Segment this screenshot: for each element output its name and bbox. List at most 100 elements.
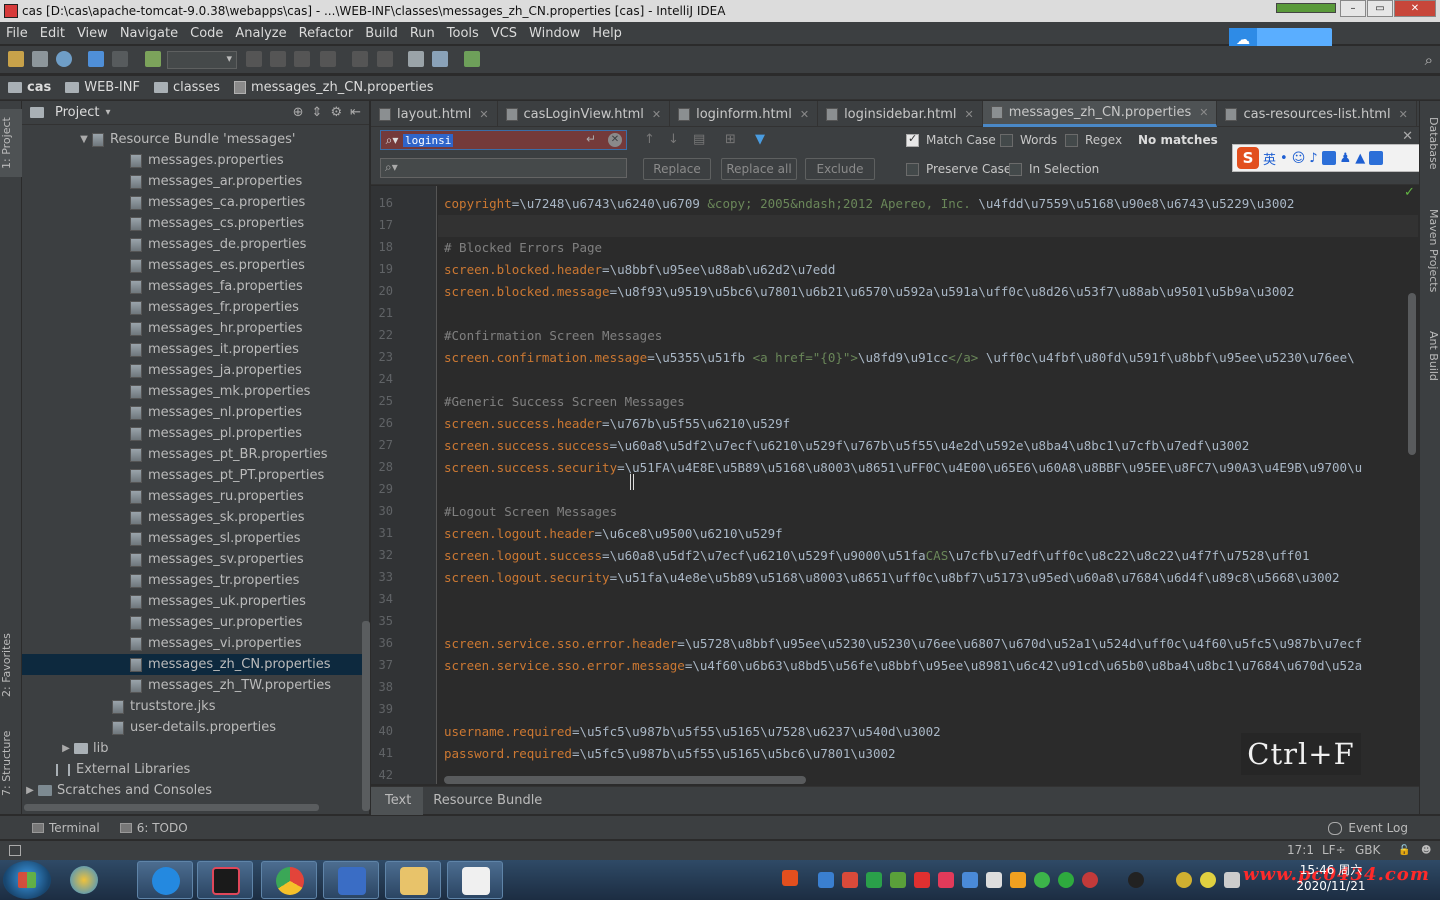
collapse-all-icon[interactable]: ⇕ (312, 105, 323, 120)
toggle-tool-windows-icon[interactable] (9, 845, 21, 856)
close-tab-icon[interactable]: ✕ (479, 108, 488, 121)
menu-vcs[interactable]: VCS (485, 26, 523, 41)
tray-icon-cube[interactable] (818, 872, 834, 888)
menu-refactor[interactable]: Refactor (293, 26, 360, 41)
tree-file-item[interactable]: messages_ca.properties (22, 192, 362, 213)
menu-edit[interactable]: Edit (34, 26, 71, 41)
back-arrow-icon[interactable] (88, 51, 104, 67)
tray-icon-yellow[interactable] (1200, 872, 1216, 888)
select-all-occurrences-icon[interactable]: ▤ (693, 132, 705, 147)
coverage-icon[interactable] (294, 51, 310, 67)
tree-file-item[interactable]: messages_nl.properties (22, 402, 362, 423)
tree-file-item[interactable]: messages_tr.properties (22, 570, 362, 591)
in-selection-checkbox[interactable]: In Selection (1009, 162, 1099, 176)
tab-layout-html[interactable]: layout.html ✕ (371, 101, 498, 127)
file-encoding[interactable]: GBK (1355, 843, 1380, 857)
caret-position[interactable]: 17:1 (1287, 843, 1314, 857)
database-tool-tab[interactable]: Database (1422, 107, 1440, 179)
lock-icon[interactable]: 🔓 (1398, 845, 1410, 856)
qq-penguin-icon[interactable] (1128, 872, 1144, 888)
tree-file-item[interactable]: messages_fr.properties (22, 297, 362, 318)
code-editor[interactable]: copyright=\u7248\u6743\u6240\u6709 &copy… (438, 186, 1418, 784)
nvidia-icon[interactable] (890, 872, 906, 888)
taskbar-app-photos[interactable] (56, 861, 112, 899)
breadcrumb-classes[interactable]: classes (153, 80, 220, 95)
tree-file-item[interactable]: messages_zh_TW.properties (22, 675, 362, 696)
taskbar-app-editor[interactable] (323, 861, 379, 899)
tree-file-item[interactable]: messages_pl.properties (22, 423, 362, 444)
search-history-icon[interactable]: ⌕▾ (381, 133, 403, 148)
tab-cas-resources-list-html[interactable]: cas-resources-list.html ✕ (1217, 101, 1417, 127)
clear-search-icon[interactable]: ✕ (608, 133, 622, 147)
sync-icon[interactable] (56, 51, 72, 67)
tab-resource-bundle[interactable]: Resource Bundle (423, 787, 552, 815)
tree-folder-lib[interactable]: ▶ lib (22, 738, 362, 759)
tree-file-item[interactable]: messages.properties (22, 150, 362, 171)
previous-occurrence-icon[interactable]: ↑ (644, 132, 655, 147)
close-tab-icon[interactable]: ✕ (1399, 108, 1408, 121)
taskbar-clock[interactable]: 15:46 周六 2020/11/21 (1289, 862, 1373, 894)
tree-file-item[interactable]: messages_es.properties (22, 255, 362, 276)
tray-icon-white[interactable] (986, 872, 1002, 888)
tree-file-item[interactable]: messages_ur.properties (22, 612, 362, 633)
hide-panel-icon[interactable]: ⇤ (350, 105, 361, 120)
ant-build-tool-tab[interactable]: Ant Build (1422, 321, 1440, 391)
menu-build[interactable]: Build (359, 26, 404, 41)
start-button[interactable] (3, 861, 51, 899)
taskbar-app-chrome[interactable] (261, 861, 317, 899)
menu-run[interactable]: Run (404, 26, 441, 41)
tree-scratches[interactable]: ▶ Scratches and Consoles (22, 780, 362, 801)
tree-file-item[interactable]: messages_ar.properties (22, 171, 362, 192)
tree-file-item[interactable]: user-details.properties (22, 717, 362, 738)
sogou-tray-icon[interactable] (782, 870, 798, 886)
project-structure-icon[interactable] (432, 51, 448, 67)
todo-tool-button[interactable]: 6: TODO (119, 821, 188, 835)
tree-file-item[interactable]: messages_pt_PT.properties (22, 465, 362, 486)
chevron-right-icon[interactable]: ▶ (22, 780, 38, 801)
settings-wrench-icon[interactable] (408, 51, 424, 67)
regex-checkbox[interactable]: Regex (1065, 133, 1122, 147)
tree-file-item[interactable]: messages_ja.properties (22, 360, 362, 381)
tree-file-item[interactable]: messages_de.properties (22, 234, 362, 255)
grid-menu-icon[interactable] (1369, 151, 1384, 165)
tree-file-item[interactable]: messages_hr.properties (22, 318, 362, 339)
run-icon[interactable] (246, 51, 262, 67)
keyboard-icon[interactable] (1321, 151, 1336, 165)
favorites-tool-tab[interactable]: 2: Favorites (0, 627, 22, 703)
menu-view[interactable]: View (71, 26, 114, 41)
chevron-right-icon[interactable]: ▶ (58, 738, 74, 759)
tree-file-item[interactable]: messages_vi.properties (22, 633, 362, 654)
tree-file-item[interactable]: messages_zh_CN.properties (22, 654, 362, 675)
sogou-logo-icon[interactable]: S (1237, 147, 1259, 169)
tree-vertical-scrollbar[interactable] (362, 621, 370, 811)
replace-button[interactable]: Replace (643, 158, 711, 180)
breadcrumb-file[interactable]: messages_zh_CN.properties (233, 80, 434, 95)
editor-horizontal-scrollbar[interactable] (444, 776, 806, 784)
flower-icon[interactable] (938, 872, 954, 888)
close-tab-icon[interactable]: ✕ (964, 108, 973, 121)
punctuation-icon[interactable]: • (1280, 151, 1288, 166)
attach-icon[interactable] (352, 51, 368, 67)
tree-file-item[interactable]: messages_uk.properties (22, 591, 362, 612)
close-find-icon[interactable]: ✕ (1402, 129, 1413, 144)
skin-icon[interactable]: ▲ (1355, 151, 1365, 166)
menu-code[interactable]: Code (184, 26, 229, 41)
project-view-select[interactable]: Project (55, 105, 99, 120)
funnel-icon[interactable]: ▼ (755, 132, 765, 147)
minimize-button[interactable]: – (1340, 0, 1366, 17)
terminal-tool-button[interactable]: Terminal (32, 821, 100, 835)
tree-external-libraries[interactable]: External Libraries (22, 759, 362, 780)
tree-file-item[interactable]: truststore.jks (22, 696, 362, 717)
tree-file-item[interactable]: messages_sv.properties (22, 549, 362, 570)
structure-tool-tab[interactable]: 7: Structure (0, 723, 22, 803)
menu-window[interactable]: Window (523, 26, 586, 41)
new-line-icon[interactable]: ↵ (586, 132, 596, 146)
tree-resource-bundle[interactable]: ▼ Resource Bundle 'messages' (22, 129, 362, 150)
project-tool-tab[interactable]: 1: Project (0, 109, 22, 177)
tray-icon-s[interactable] (914, 872, 930, 888)
menu-file[interactable]: File (0, 26, 34, 41)
menu-tools[interactable]: Tools (441, 26, 485, 41)
match-case-checkbox[interactable]: Match Case (906, 132, 996, 147)
tree-file-item[interactable]: messages_cs.properties (22, 213, 362, 234)
hector-icon[interactable]: ☻ (1421, 845, 1431, 856)
